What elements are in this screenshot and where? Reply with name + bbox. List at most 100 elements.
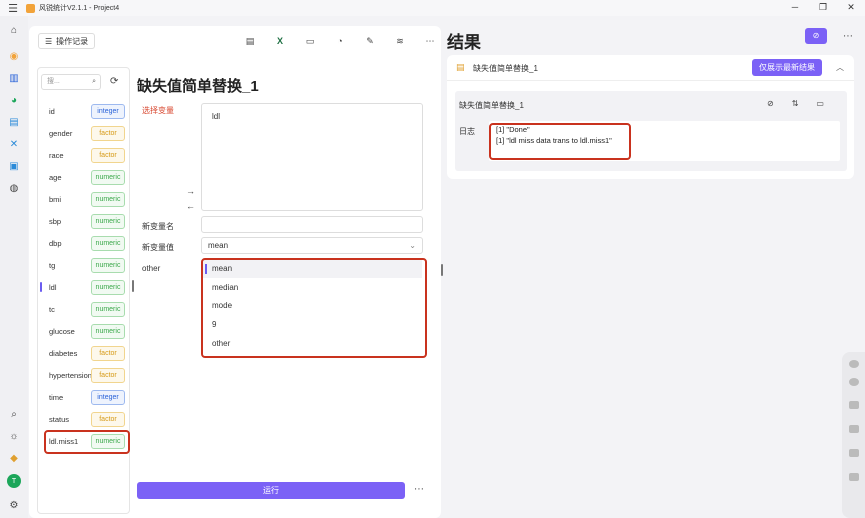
log-label: 日志 — [459, 127, 475, 136]
highlight-dropdown — [201, 258, 427, 358]
variable-type-badge: numeric — [91, 191, 125, 207]
document-icon[interactable]: ▤ — [243, 36, 257, 48]
video-icon[interactable] — [848, 449, 859, 458]
variable-type-badge: numeric — [91, 323, 125, 339]
excel-icon[interactable]: X — [273, 36, 287, 48]
search-icon: ⌕ — [92, 78, 96, 85]
variable-name: glucose — [49, 326, 75, 336]
stack-icon[interactable]: ≋ — [393, 36, 407, 48]
table-icon[interactable]: ▤ — [7, 115, 21, 129]
more-icon[interactable]: ⋯ — [843, 31, 854, 42]
highlight-log — [489, 123, 631, 160]
variable-type-badge: factor — [91, 147, 125, 163]
bar-chart-icon[interactable]: ▥ — [7, 71, 21, 85]
dialog-title: 缺失值简单替换_1 — [137, 78, 259, 95]
chevron-up-icon[interactable]: ︿ — [836, 62, 844, 73]
tool-icon[interactable]: ✎ — [363, 36, 377, 48]
sort-icon[interactable]: ⇅ — [792, 99, 799, 108]
assistant-icon[interactable] — [848, 378, 859, 387]
variable-row[interactable]: hypertension factor — [38, 365, 129, 385]
select-variable-label: 选择变量 — [142, 106, 174, 115]
search-placeholder: 搜... — [47, 78, 60, 85]
variable-row[interactable]: bmi numeric — [38, 189, 129, 209]
variable-type-badge: numeric — [91, 279, 125, 295]
chevron-down-icon: ⌄ — [409, 241, 416, 250]
variable-row[interactable]: diabetes factor — [38, 343, 129, 363]
variable-type-badge: integer — [91, 389, 125, 405]
image-icon[interactable]: ▣ — [7, 159, 21, 173]
variable-row[interactable]: tc numeric — [38, 299, 129, 319]
cross-icon[interactable]: ✕ — [7, 137, 21, 151]
variable-row[interactable]: gender factor — [38, 123, 129, 143]
window-controls: ─ ❐ ✕ — [781, 0, 865, 16]
variable-name: tg — [49, 260, 56, 270]
highlight-new-variable — [44, 430, 130, 454]
variable-type-badge: numeric — [91, 213, 125, 229]
arrow-left-icon[interactable]: ← — [186, 201, 195, 211]
variable-type-badge: factor — [91, 345, 125, 361]
list-icon: ☰ — [45, 36, 53, 46]
latest-only-button[interactable]: 仅展示最新结果 — [752, 59, 822, 76]
heart-icon[interactable] — [848, 360, 859, 369]
book-icon[interactable] — [848, 473, 859, 482]
theme-icon[interactable]: ☼ — [7, 429, 21, 443]
variable-row[interactable]: glucose numeric — [38, 321, 129, 341]
folder-icon[interactable]: ▭ — [816, 99, 824, 108]
variable-row[interactable]: status factor — [38, 409, 129, 429]
variable-row[interactable]: time integer — [38, 387, 129, 407]
variable-row[interactable]: dbp numeric — [38, 233, 129, 253]
variable-name: diabetes — [49, 348, 78, 358]
variable-row[interactable]: id integer — [38, 101, 129, 121]
variable-name: id — [49, 106, 55, 116]
diamond-icon[interactable]: ◆ — [7, 451, 21, 465]
new-var-value-label: 新变量值 — [142, 243, 174, 252]
variable-name: bmi — [49, 194, 62, 204]
avatar[interactable]: T — [7, 474, 21, 488]
maximize-icon[interactable]: ❐ — [809, 0, 837, 16]
pie-chart-icon[interactable]: ◕ — [7, 93, 21, 107]
search-icon[interactable]: ⌕ — [7, 407, 21, 421]
selected-variable-box[interactable]: ldl — [201, 103, 423, 211]
new-var-value-selected: mean — [208, 241, 229, 250]
panel-resize-handle[interactable] — [441, 264, 443, 276]
variable-row[interactable]: sbp numeric — [38, 211, 129, 231]
results-panel: ▤ 缺失值简单替换_1 仅展示最新结果 ︿ 缺失值简单替换_1 ⊘ ⇅ ▭ 日志… — [447, 55, 854, 179]
video-icon[interactable] — [848, 425, 859, 434]
title-bar: ☰ 风锐统计V2.1.1 - Project4 ─ ❐ ✕ — [0, 0, 865, 16]
run-options-icon[interactable]: ⋯ — [414, 484, 425, 495]
variable-type-badge: numeric — [91, 257, 125, 273]
variable-name: time — [49, 392, 64, 402]
run-button[interactable]: 运行 — [137, 482, 405, 499]
database-icon[interactable]: ◉ — [7, 49, 21, 63]
minimize-icon[interactable]: ─ — [781, 0, 809, 16]
refresh-icon[interactable]: ⟳ — [110, 76, 118, 87]
variable-row[interactable]: tg numeric — [38, 255, 129, 275]
variable-row[interactable]: age numeric — [38, 167, 129, 187]
new-var-name-label: 新变量名 — [142, 222, 174, 231]
list-resize-handle[interactable] — [132, 280, 134, 292]
variable-row[interactable]: race factor — [38, 145, 129, 165]
save-icon[interactable]: ▭ — [303, 36, 317, 48]
settings-icon[interactable]: ⚙ — [7, 498, 21, 512]
video-icon[interactable] — [848, 401, 859, 410]
arrow-right-icon[interactable]: → — [186, 186, 195, 196]
search-input[interactable]: 搜... ⌕ — [41, 74, 101, 90]
selected-variable[interactable]: ldl — [212, 112, 220, 121]
more-icon[interactable]: ⋯ — [423, 36, 437, 48]
home-icon[interactable]: ⌂ — [7, 23, 21, 37]
variable-name: gender — [49, 128, 73, 138]
close-icon[interactable]: ✕ — [837, 0, 865, 16]
result-name: 缺失值简单替换_1 — [473, 64, 538, 73]
variable-name: tc — [49, 304, 55, 314]
variable-name: sbp — [49, 216, 62, 226]
menu-icon[interactable]: ☰ — [0, 2, 26, 15]
export-icon[interactable]: ◔ — [333, 36, 347, 48]
hide-icon[interactable]: ⊘ — [767, 99, 774, 108]
variable-name: age — [49, 172, 62, 182]
globe-icon[interactable]: ◍ — [7, 181, 21, 195]
hide-icon[interactable]: ⊘ — [805, 28, 827, 44]
variable-row[interactable]: ldl numeric — [38, 277, 129, 297]
new-var-name-input[interactable] — [201, 216, 423, 233]
new-var-value-select[interactable]: mean ⌄ — [201, 237, 423, 254]
history-button[interactable]: ☰ 操作记录 — [38, 33, 96, 49]
